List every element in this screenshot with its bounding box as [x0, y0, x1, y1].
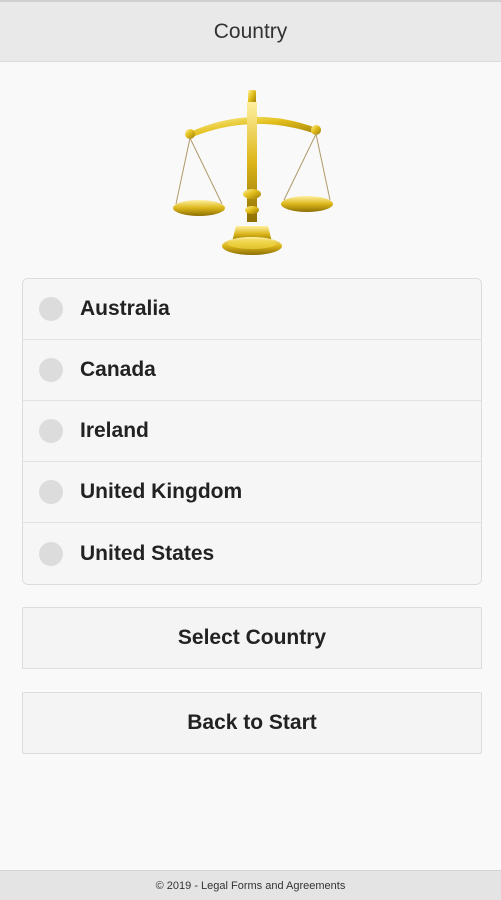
copyright-text: © 2019 - Legal Forms and Agreements — [155, 879, 346, 892]
radio-option-ireland[interactable]: Ireland — [23, 401, 481, 462]
radio-option-australia[interactable]: Australia — [23, 279, 481, 340]
scales-of-justice-icon — [166, 86, 336, 266]
radio-option-canada[interactable]: Canada — [23, 340, 481, 401]
radio-button-icon[interactable] — [39, 480, 63, 504]
radio-label: United Kingdom — [80, 480, 243, 503]
radio-button-icon[interactable] — [39, 541, 63, 566]
radio-button-icon[interactable] — [39, 419, 63, 443]
radio-button-icon[interactable] — [39, 297, 63, 321]
app-header: Country — [0, 0, 501, 62]
back-to-start-button[interactable]: Back to Start — [22, 692, 482, 754]
radio-option-united-kingdom[interactable]: United Kingdom — [23, 462, 481, 523]
radio-label: United States — [80, 541, 215, 565]
page: Country Australia Canada Ireland United … — [0, 0, 501, 900]
radio-label: Ireland — [80, 419, 149, 442]
radio-button-icon[interactable] — [39, 358, 63, 382]
country-radio-list: Australia Canada Ireland United Kingdom … — [22, 278, 482, 585]
page-title: Country — [213, 19, 288, 43]
radio-label: Australia — [80, 297, 170, 320]
footer: © 2019 - Legal Forms and Agreements — [0, 870, 501, 900]
radio-label: Canada — [80, 358, 156, 381]
radio-option-united-states[interactable]: United States — [23, 523, 481, 584]
select-country-button[interactable]: Select Country — [22, 607, 482, 669]
